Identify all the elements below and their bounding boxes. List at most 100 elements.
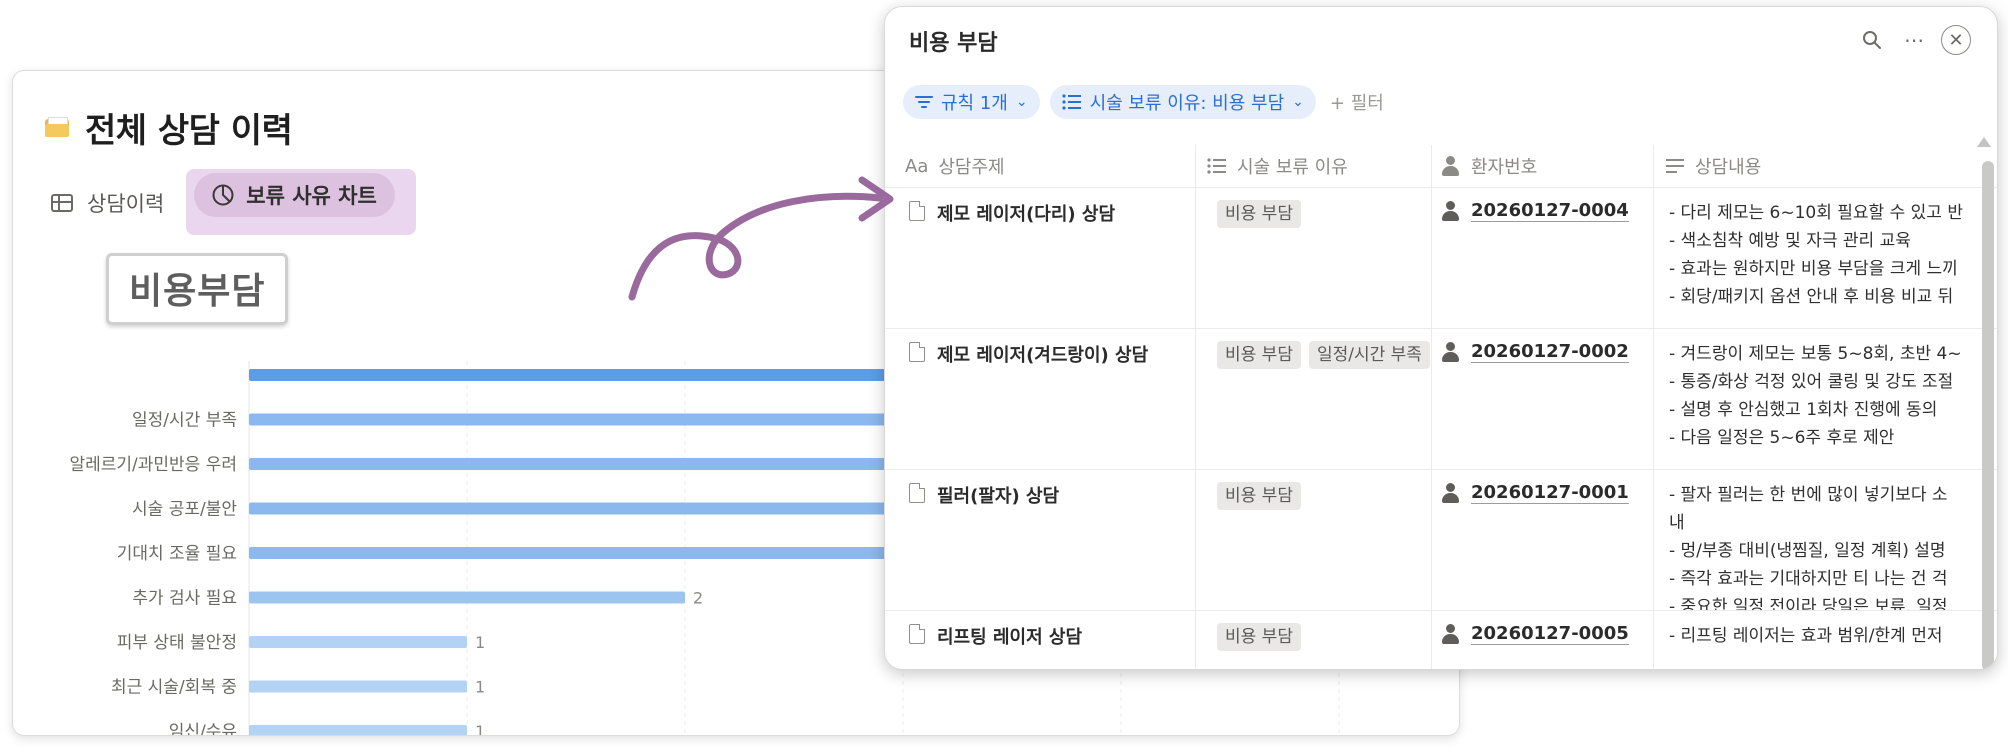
filtered-view-window: 비용 부담 ⋯ ✕ 규칙 1개 ⌄ 시술 보류 이유: 비용 부담 ⌄ + 필터… <box>884 6 1998 670</box>
category-label: 기대치 조율 필요 <box>117 544 237 564</box>
topic-text: 제모 레이저(다리) 상담 <box>937 204 1116 225</box>
column-label: 상담내용 <box>1695 157 1762 178</box>
column-header-topic[interactable]: Aa 상담주제 <box>905 145 1005 187</box>
more-icon: ⋯ <box>1904 28 1924 52</box>
window-actions: ⋯ ✕ <box>1847 23 1973 57</box>
note-line: - 설명 후 안심했고 1회차 진행에 동의 <box>1669 400 1938 420</box>
notes-cell[interactable]: - 리프팅 레이저는 효과 범위/한계 먼저 <box>1657 611 1997 669</box>
patient-id[interactable]: 20260127-0001 <box>1471 482 1629 504</box>
view-tabs: 상담이력 보류 사유 차트 <box>51 169 417 235</box>
scrollbar-thumb[interactable] <box>1982 161 1994 669</box>
category-label: 추가 검사 필요 <box>132 589 237 609</box>
data-label: 2 <box>693 589 703 608</box>
patient-cell[interactable]: 20260127-0004 <box>1441 188 1657 328</box>
tag: 비용 부담 <box>1217 200 1301 228</box>
bar <box>249 680 467 693</box>
tab-label: 상담이력 <box>87 192 165 216</box>
bar <box>249 636 467 648</box>
page-icon <box>909 483 925 503</box>
close-button[interactable]: ✕ <box>1939 23 1973 57</box>
tag: 비용 부담 <box>1217 341 1301 369</box>
tab-hold-reason-chart[interactable]: 보류 사유 차트 <box>194 173 395 217</box>
person-icon <box>1441 624 1459 644</box>
tag: 비용 부담 <box>1217 482 1301 510</box>
person-icon <box>1441 342 1459 362</box>
rule-filter-pill[interactable]: 규칙 1개 ⌄ <box>903 85 1040 119</box>
reason-cell[interactable]: 비용 부담 <box>1207 188 1431 328</box>
text-lines-icon <box>1666 159 1684 173</box>
page-icon <box>909 342 925 362</box>
list-icon <box>1207 158 1226 174</box>
text-property-icon: Aa <box>905 155 929 177</box>
note-line: - 즉각 효과는 기대하지만 티 나는 건 걱 <box>1669 569 1948 589</box>
search-button[interactable] <box>1855 23 1889 57</box>
notes-cell[interactable]: - 다리 제모는 6~10회 필요할 수 있고 반 - 색소침착 예방 및 자극… <box>1657 188 1997 328</box>
note-line: - 다음 일정은 5~6주 후로 제안 <box>1669 428 1895 448</box>
reason-cell[interactable]: 비용 부담 <box>1207 611 1431 669</box>
note-line: - 다리 제모는 6~10회 필요할 수 있고 반 <box>1669 203 1963 223</box>
data-label: 1 <box>475 722 485 735</box>
topic-cell[interactable]: 리프팅 레이저 상담 <box>909 611 1199 669</box>
table-header: Aa 상담주제 시술 보류 이유 환자번호 상담내용 <box>885 145 1997 188</box>
note-line: - 팔자 필러는 한 번에 많이 넣기보다 소 <box>1669 485 1948 505</box>
patient-cell[interactable]: 20260127-0005 <box>1441 611 1657 669</box>
curved-arrow <box>628 176 894 301</box>
note-line: - 겨드랑이 제모는 보통 5~8회, 초반 4~ <box>1669 344 1962 364</box>
notes-cell[interactable]: - 겨드랑이 제모는 보통 5~8회, 초반 4~ - 통증/화상 걱정 있어 … <box>1657 329 1997 469</box>
results-table: Aa 상담주제 시술 보류 이유 환자번호 상담내용 제모 레이저(다리) 상담… <box>885 145 1997 669</box>
reason-cell[interactable]: 비용 부담 일정/시간 부족 <box>1207 329 1431 469</box>
table-row[interactable]: 제모 레이저(다리) 상담 비용 부담 20260127-0004 - 다리 제… <box>885 188 1997 329</box>
filter-bar: 규칙 1개 ⌄ 시술 보류 이유: 비용 부담 ⌄ + 필터 <box>903 85 1384 119</box>
tag: 비용 부담 <box>1217 623 1301 651</box>
topic-cell[interactable]: 제모 레이저(겨드랑이) 상담 <box>909 329 1199 469</box>
chevron-down-icon: ⌄ <box>1015 94 1028 110</box>
list-icon <box>1061 94 1081 110</box>
category-label: 알레르기/과민반응 우려 <box>69 455 237 475</box>
reason-filter-pill[interactable]: 시술 보류 이유: 비용 부담 ⌄ <box>1049 85 1316 119</box>
search-icon <box>1863 31 1881 49</box>
notes-cell[interactable]: - 팔자 필러는 한 번에 많이 넣기보다 소 내 - 멍/부종 대비(냉찜질,… <box>1657 470 1997 610</box>
topic-text: 필러(팔자) 상담 <box>937 486 1060 507</box>
patient-id[interactable]: 20260127-0005 <box>1471 623 1629 645</box>
bar <box>249 725 467 735</box>
patient-id[interactable]: 20260127-0004 <box>1471 200 1629 222</box>
note-line: - 중요한 일정 전이라 당일은 보류, 일정 <box>1669 597 1948 610</box>
column-header-notes[interactable]: 상담내용 <box>1665 145 1761 187</box>
page-title: 전체 상담 이력 <box>85 111 293 151</box>
topic-text: 리프팅 레이저 상담 <box>937 627 1083 648</box>
tab-consultation-history[interactable]: 상담이력 <box>51 188 164 218</box>
note-line: - 회당/패키지 옵션 안내 후 비용 비교 뒤 <box>1669 287 1954 307</box>
column-label: 환자번호 <box>1471 157 1538 178</box>
table-row[interactable]: 필러(팔자) 상담 비용 부담 20260127-0001 - 팔자 필러는 한… <box>885 470 1997 611</box>
page-header: 전체 상담 이력 <box>45 103 293 152</box>
reason-cell[interactable]: 비용 부담 <box>1207 470 1431 610</box>
topic-cell[interactable]: 필러(팔자) 상담 <box>909 470 1199 610</box>
data-label: 1 <box>475 678 485 697</box>
note-line: - 효과는 원하지만 비용 부담을 크게 느끼 <box>1669 259 1958 279</box>
topic-cell[interactable]: 제모 레이저(다리) 상담 <box>909 188 1199 328</box>
category-label: 피부 상태 불안정 <box>117 633 237 653</box>
table-row[interactable]: 제모 레이저(겨드랑이) 상담 비용 부담 일정/시간 부족 20260127-… <box>885 329 1997 470</box>
patient-cell[interactable]: 20260127-0001 <box>1441 470 1657 610</box>
patient-id[interactable]: 20260127-0002 <box>1471 341 1629 363</box>
filter-icon <box>915 96 933 108</box>
more-button[interactable]: ⋯ <box>1897 23 1931 57</box>
column-header-patient[interactable]: 환자번호 <box>1441 145 1537 187</box>
person-icon <box>1441 483 1459 503</box>
window-title: 비용 부담 <box>909 31 998 56</box>
table-row[interactable]: 리프팅 레이저 상담 비용 부담 20260127-0005 - 리프팅 레이저… <box>885 611 1997 669</box>
folder-icon <box>45 116 71 139</box>
column-header-reason[interactable]: 시술 보류 이유 <box>1207 145 1348 187</box>
add-filter-button[interactable]: + 필터 <box>1330 89 1384 115</box>
tab-label: 보류 사유 차트 <box>246 184 377 208</box>
category-label: 일정/시간 부족 <box>132 411 237 431</box>
scroll-up-arrow[interactable] <box>1977 137 1991 147</box>
note-line: - 리프팅 레이저는 효과 범위/한계 먼저 <box>1669 626 1943 646</box>
tag: 일정/시간 부족 <box>1308 341 1430 369</box>
category-label: 최근 시술/회복 중 <box>111 678 237 698</box>
person-icon <box>1441 156 1459 176</box>
bar <box>249 591 685 604</box>
patient-cell[interactable]: 20260127-0002 <box>1441 329 1657 469</box>
close-icon: ✕ <box>1941 25 1971 55</box>
pill-label: 규칙 1개 <box>941 93 1008 114</box>
